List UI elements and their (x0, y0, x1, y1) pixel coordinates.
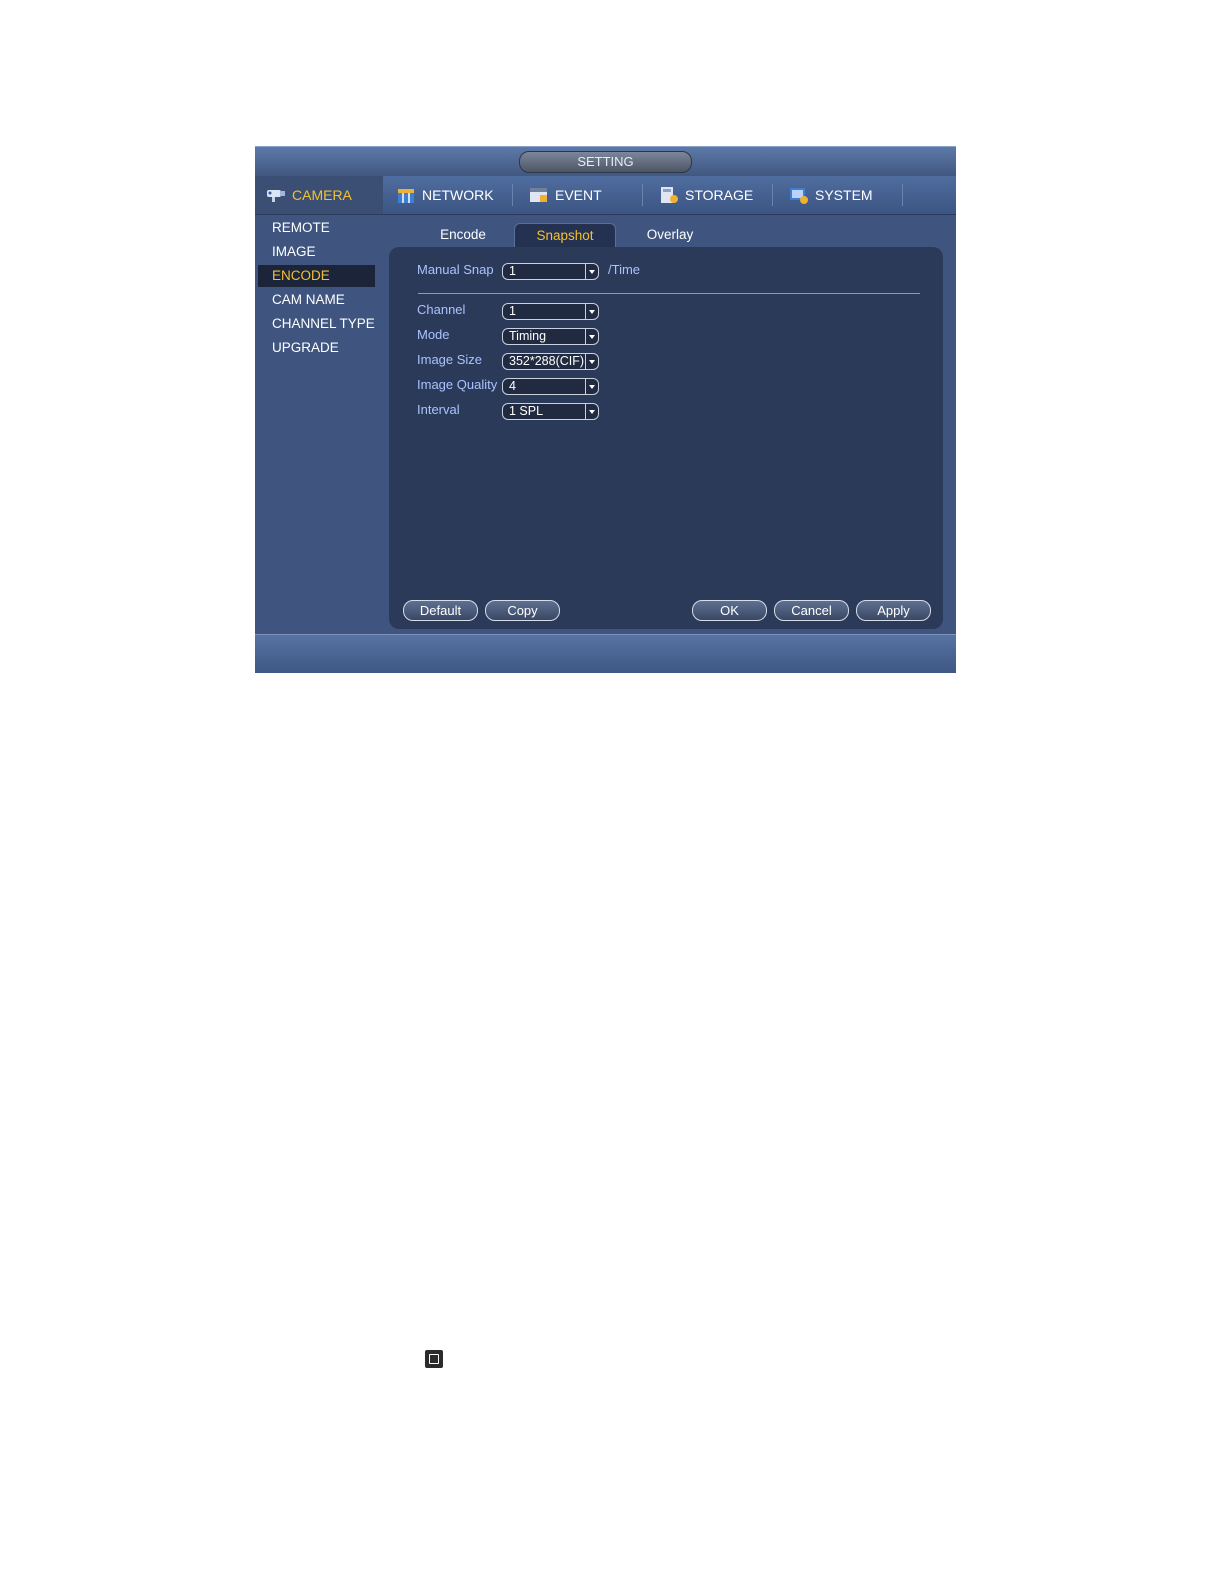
sidebar: REMOTE IMAGE ENCODE CAM NAME CHANNEL TYP… (255, 214, 383, 634)
image-size-dropdown[interactable]: 352*288(CIF) (502, 353, 599, 370)
channel-label: Channel (417, 302, 466, 317)
title-bar: SETTING (255, 146, 956, 177)
tab-network[interactable]: NETWORK (383, 176, 513, 214)
sidebar-item-encode[interactable]: ENCODE (258, 265, 375, 287)
chevron-down-icon[interactable] (585, 329, 598, 344)
tab-encode[interactable]: Encode (412, 223, 514, 247)
tab-snapshot[interactable]: Snapshot (514, 223, 616, 248)
network-icon (395, 185, 417, 205)
mode-dropdown[interactable]: Timing (502, 328, 599, 345)
system-icon (788, 185, 810, 205)
chevron-down-icon[interactable] (585, 304, 598, 319)
sidebar-item-remote[interactable]: REMOTE (258, 217, 375, 239)
sidebar-item-channel-type[interactable]: CHANNEL TYPE (258, 313, 375, 335)
manual-snap-dropdown[interactable]: 1 (502, 263, 599, 280)
sidebar-item-image[interactable]: IMAGE (258, 241, 375, 263)
image-quality-dropdown[interactable]: 4 (502, 378, 599, 395)
camera-icon (265, 185, 287, 205)
chevron-down-icon[interactable] (585, 404, 598, 419)
window-title: SETTING (519, 151, 692, 173)
chevron-down-icon[interactable] (585, 264, 598, 279)
sidebar-item-upgrade[interactable]: UPGRADE (258, 337, 375, 359)
tab-camera[interactable]: CAMERA (255, 176, 383, 214)
image-size-label: Image Size (417, 352, 483, 367)
interval-label: Interval (417, 402, 460, 417)
manual-snap-label: Manual Snap (417, 262, 494, 277)
divider (418, 293, 920, 294)
main-tab-bar: CAMERA NETWORK EVENT STORAGE SYSTEM (255, 176, 956, 215)
tab-separator (902, 184, 903, 206)
checkbox-icon (425, 1350, 443, 1368)
setting-window: SETTING CAMERA NETWORK EVENT STORAGE SYS… (255, 146, 956, 673)
tab-event[interactable]: EVENT (513, 176, 643, 214)
cancel-button[interactable]: Cancel (774, 600, 849, 621)
default-button[interactable]: Default (403, 600, 478, 621)
channel-dropdown[interactable]: 1 (502, 303, 599, 320)
mode-label: Mode (417, 327, 450, 342)
copy-button[interactable]: Copy (485, 600, 560, 621)
ok-button[interactable]: OK (692, 600, 767, 621)
tab-storage[interactable]: STORAGE (643, 176, 773, 214)
image-quality-label: Image Quality (417, 377, 498, 392)
footer-bar (255, 634, 956, 673)
tab-overlay[interactable]: Overlay (618, 223, 722, 247)
chevron-down-icon[interactable] (585, 354, 598, 369)
apply-button[interactable]: Apply (856, 600, 931, 621)
storage-icon (658, 185, 680, 205)
interval-dropdown[interactable]: 1 SPL (502, 403, 599, 420)
tab-system[interactable]: SYSTEM (773, 176, 903, 214)
chevron-down-icon[interactable] (585, 379, 598, 394)
snapshot-panel: Manual Snap 1 /Time Channel 1 Mode Timin… (389, 247, 943, 629)
event-icon (528, 185, 550, 205)
sidebar-item-cam-name[interactable]: CAM NAME (258, 289, 375, 311)
manual-snap-suffix: /Time (608, 262, 641, 277)
